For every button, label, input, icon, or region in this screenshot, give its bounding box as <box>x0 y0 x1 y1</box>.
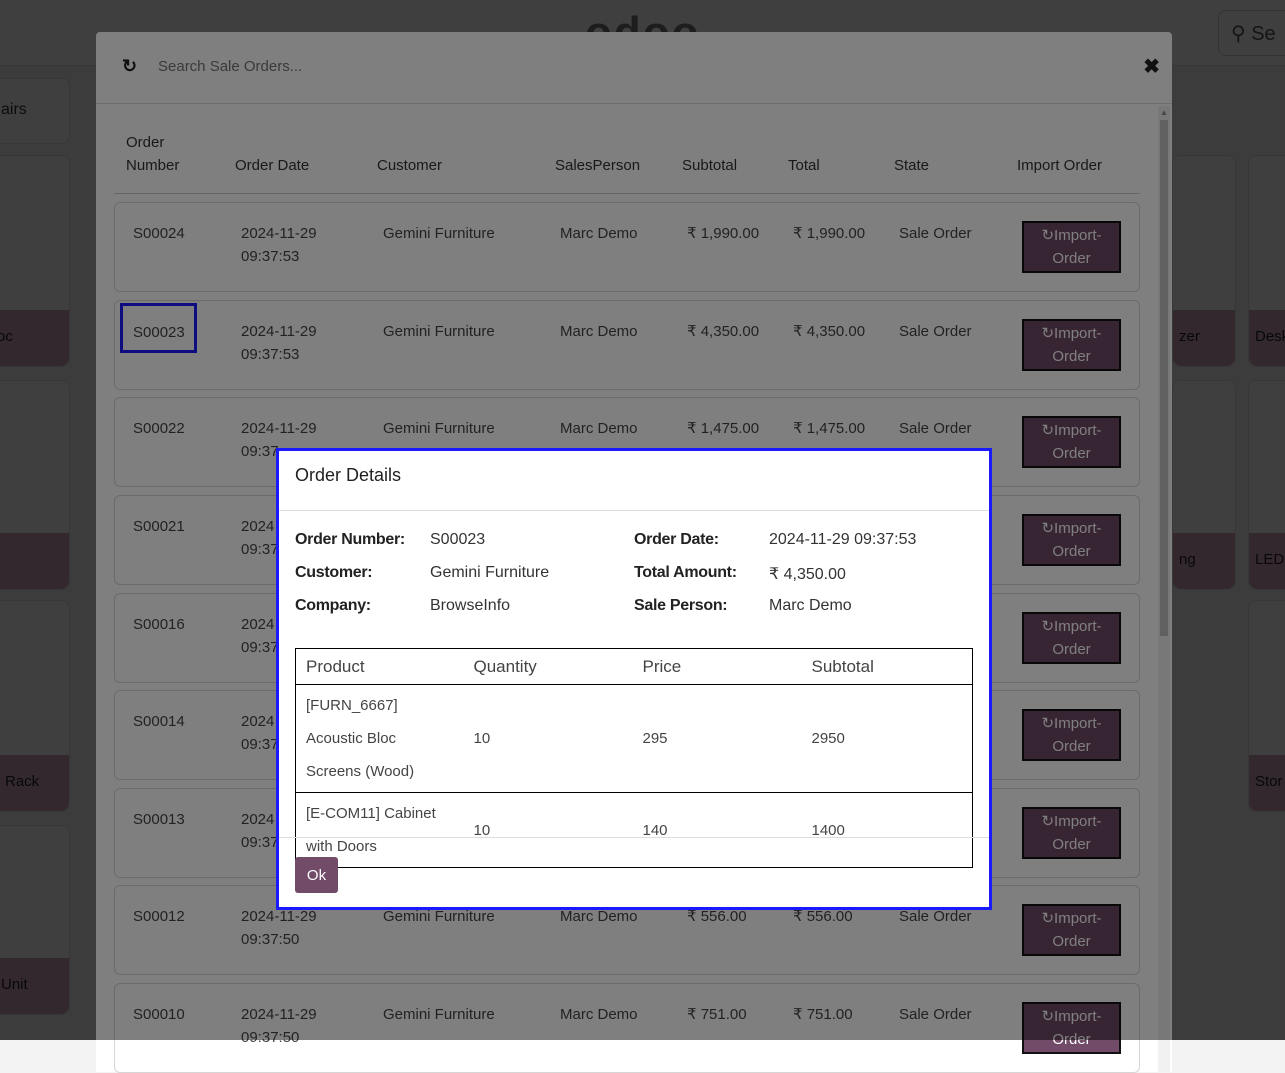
line-product: [FURN_6667] Acoustic Bloc Screens (Wood) <box>295 684 464 793</box>
line-quantity: 10 <box>463 684 633 793</box>
total-amount-label: Total Amount: <box>634 564 737 581</box>
order-lines-table: Product Quantity Price Subtotal [FURN_66… <box>295 648 973 868</box>
col-price: Price <box>632 648 802 685</box>
ok-button[interactable]: Ok <box>295 857 338 893</box>
order-number-label: Order Number: <box>295 531 405 548</box>
col-quantity: Quantity <box>463 648 633 685</box>
col-subtotal: Subtotal <box>801 648 973 685</box>
line-price: 295 <box>632 684 802 793</box>
order-line: [FURN_6667] Acoustic Bloc Screens (Wood)… <box>295 684 973 793</box>
col-product: Product <box>295 648 464 685</box>
customer-value: Gemini Furniture <box>430 564 550 581</box>
order-details-modal: Order Details Order Number: S00023 Custo… <box>276 448 992 910</box>
modal-title: Order Details <box>279 451 989 511</box>
sale-person-label: Sale Person: <box>634 597 728 614</box>
modal-footer: Ok <box>279 837 989 909</box>
sale-person-value: Marc Demo <box>769 597 852 614</box>
order-date-label: Order Date: <box>634 531 719 548</box>
company-value: BrowseInfo <box>430 597 511 614</box>
order-number-value: S00023 <box>430 531 486 548</box>
company-label: Company: <box>295 597 371 614</box>
total-amount-value: ₹ 4,350.00 <box>769 566 846 583</box>
customer-label: Customer: <box>295 564 373 581</box>
order-date-value: 2024-11-29 09:37:53 <box>769 531 917 548</box>
line-subtotal: 2950 <box>801 684 973 793</box>
